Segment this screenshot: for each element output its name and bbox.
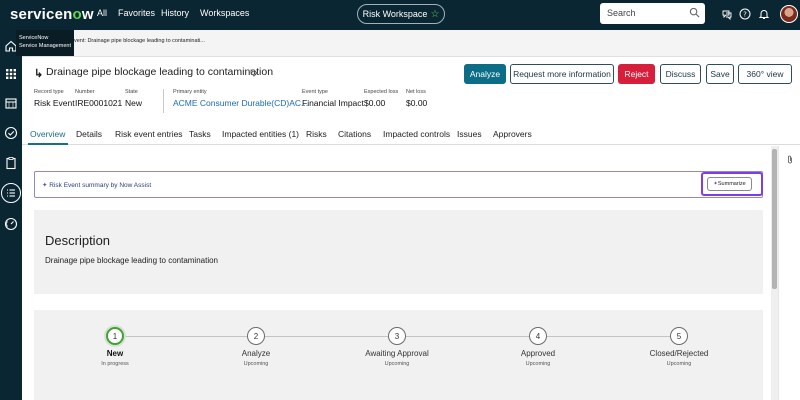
field-label: Primary entity [173,89,207,95]
field-net-loss: Net loss $0.00 [406,89,427,108]
rail-tooltip: ServiceNow Service Management [16,30,74,56]
workspace-label: Risk Workspace [362,9,428,19]
stage-4-marker: 4 [529,327,547,345]
field-record-type: Record type Risk Event [34,89,75,108]
search-input[interactable]: Search [600,3,705,24]
notification-bell-icon[interactable] [758,8,770,20]
description-heading: Description [45,233,111,248]
analyze-button[interactable]: Analyze [464,64,506,84]
stage-3-marker: 3 [388,327,406,345]
field-label: Record type [34,89,64,95]
field-expected-loss: Expected loss $0.00 [364,89,398,108]
field-number: Number IRE0001021 [75,89,122,108]
scrollbar-thumb[interactable] [772,149,777,289]
sparkle-icon: ✦ [42,182,48,189]
request-more-information-button[interactable]: Request more information [510,64,614,84]
field-state: State New [125,89,142,108]
field-value: $0.00 [406,98,428,108]
stage-3-name: Awaiting Approval [365,349,429,358]
stage-2-name: Analyze [241,349,271,358]
description-card [34,210,763,294]
tooltip-subtitle: Service Management [19,43,71,49]
stage-4-name: Approved [520,349,556,358]
stage-2-marker: 2 [247,327,265,345]
field-label: Event type [302,89,328,95]
chat-icon[interactable] [721,8,733,20]
stage-connector [124,336,247,337]
view-360-button[interactable]: 360° view [738,64,792,84]
summarize-button[interactable]: ✦ Summarize [707,177,752,191]
stage-connector [265,336,388,337]
field-divider [163,89,164,113]
tab-details[interactable]: Details [76,129,102,139]
stage-4-status: Upcoming [525,361,551,367]
stage-5-status: Upcoming [666,361,692,367]
stage-1-status: In progress [101,361,129,367]
tab-overview[interactable]: Overview [30,129,65,139]
tooltip-title: ServiceNow [19,35,49,41]
field-label: Number [75,89,95,95]
calendar-icon[interactable] [4,96,18,110]
search-placeholder: Search [607,8,636,18]
field-value: Risk Event [34,98,75,108]
star-icon[interactable]: ☆ [430,9,439,20]
field-label: State [125,89,138,95]
stage-3-status: Upcoming [384,361,410,367]
servicenow-logo[interactable]: servicenow [10,6,94,23]
left-rail [0,30,22,400]
tab-impacted-controls[interactable]: Impacted controls [383,129,450,139]
stage-5-name: Closed/Rejected [649,349,709,358]
tab-citations[interactable]: Citations [338,129,371,139]
field-value: IRE0001021 [75,98,123,108]
stage-connector [547,336,670,337]
field-value: $0.00 [364,98,386,108]
risk-event-icon: ↳ [34,68,44,80]
stage-connector [406,336,529,337]
now-assist-label: ✦ Risk Event summary by Now Assist [42,181,151,189]
help-icon[interactable]: ? [739,8,751,20]
tab-approvers[interactable]: Approvers [493,129,532,139]
field-label: Expected loss [364,89,399,95]
save-button[interactable]: Save [706,64,734,84]
stage-1-name: New [106,349,124,358]
list-icon[interactable] [4,186,18,200]
primary-entity-link[interactable]: ACME Consumer Durable(CD)AC... [173,98,308,108]
field-value: Financial Impact [302,98,364,108]
clipboard-icon[interactable] [4,156,18,170]
dashboard-gauge-icon[interactable] [4,217,18,231]
description-text: Drainage pipe blockage leading to contam… [45,256,219,265]
tab-risk-event-entries[interactable]: Risk event entries [115,129,183,139]
nav-workspaces[interactable]: Workspaces [200,8,249,18]
summarize-label: Summarize [717,181,746,187]
tag-icon[interactable] [250,69,258,77]
workspace-pill[interactable]: Risk Workspace ☆ [357,4,445,24]
contextual-side-panel [778,146,800,400]
breadcrumb-tab[interactable]: vent: Drainage pipe blockage leading to … [74,38,205,44]
stage-1-marker: 1 [106,327,124,345]
tab-issues[interactable]: Issues [457,129,482,139]
record-title: Drainage pipe blockage leading to contam… [46,66,274,78]
reject-button[interactable]: Reject [618,64,655,84]
now-assist-title: Risk Event summary by Now Assist [49,182,152,189]
apps-grid-icon[interactable] [4,67,18,81]
field-event-type: Event type Financial Impact [302,89,364,108]
field-primary-entity: Primary entity ACME Consumer Durable(CD)… [173,89,308,108]
search-icon [689,7,700,18]
field-label: Net loss [406,89,426,95]
tab-impacted-entities[interactable]: Impacted entities (1) [222,129,299,139]
tab-risks[interactable]: Risks [306,129,327,139]
field-value: New [125,98,143,108]
tab-tasks[interactable]: Tasks [189,129,211,139]
svg-text:?: ? [743,11,747,19]
stage-5-marker: 5 [670,327,688,345]
active-tab-indicator [28,143,68,145]
checkmark-circle-icon[interactable] [4,126,18,140]
nav-all[interactable]: All [97,8,107,18]
user-avatar[interactable] [780,5,798,23]
nav-favorites[interactable]: Favorites [118,8,155,18]
stage-2-status: Upcoming [243,361,269,367]
attachment-paperclip-icon[interactable] [786,155,794,165]
discuss-button[interactable]: Discuss [660,64,701,84]
nav-history[interactable]: History [161,8,189,18]
